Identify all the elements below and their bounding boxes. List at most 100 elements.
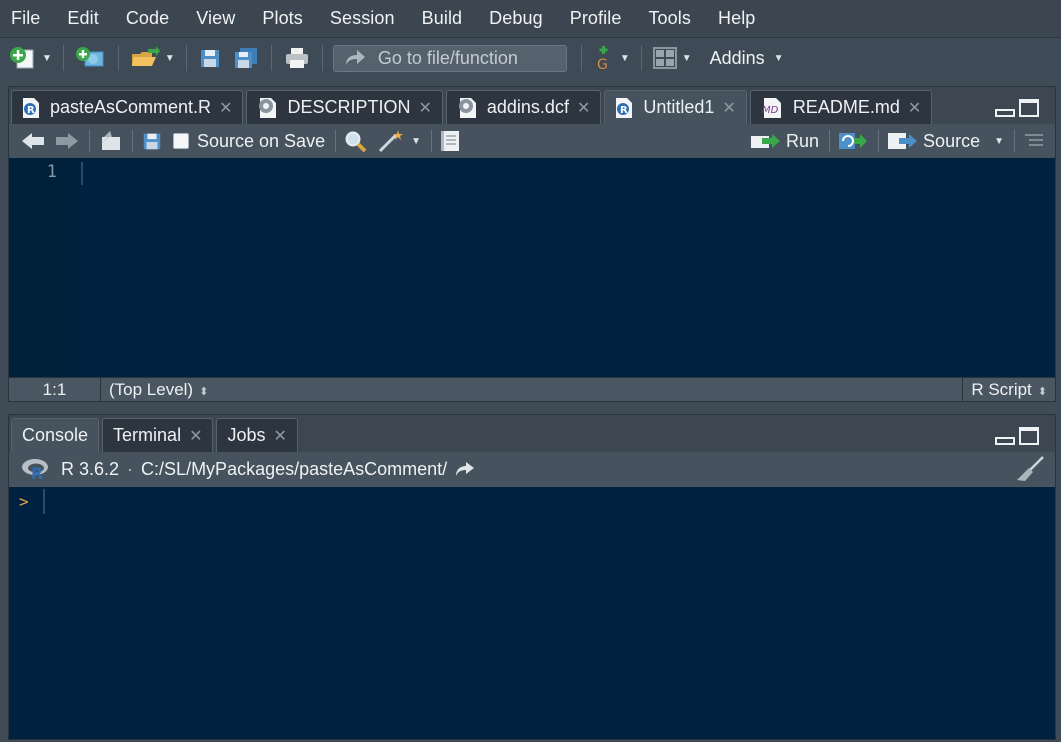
compile-report-button[interactable] [440,130,462,152]
tab-console[interactable]: Console [11,418,100,452]
menu-build[interactable]: Build [411,8,479,29]
run-button[interactable]: Run [750,131,819,152]
source-pane: R pasteAsComment.R ✕ DESCRIPTION ✕ addin… [8,86,1056,402]
toolbar-divider [89,130,90,152]
close-icon[interactable]: ✕ [577,98,590,118]
tab-label: DESCRIPTION [287,97,411,117]
source-on-save-checkbox[interactable] [173,133,189,149]
tab-description[interactable]: DESCRIPTION ✕ [246,90,443,124]
toolbar-divider [62,45,64,71]
source-on-save-toggle[interactable]: Source on Save [173,131,325,152]
version-control-button[interactable]: G ▼ [588,43,635,73]
scope-selector[interactable]: (Top Level) ⬍ [101,380,208,400]
up-down-arrows-icon: ⬍ [199,385,209,398]
chevron-down-icon[interactable]: ▼ [994,136,1004,147]
tab-label: Jobs [227,425,266,445]
find-replace-button[interactable] [344,130,368,152]
up-down-arrows-icon: ⬍ [1037,385,1047,398]
addins-button[interactable]: Addins ▼ [697,43,789,73]
go-to-arrow-icon [345,50,365,65]
close-icon[interactable]: ✕ [189,426,202,446]
close-icon[interactable]: ✕ [219,98,232,118]
menu-debug[interactable]: Debug [478,8,559,29]
minimize-pane-icon[interactable] [995,109,1015,117]
tab-jobs[interactable]: Jobs ✕ [216,418,298,452]
save-icon [143,133,161,150]
main-toolbar: ▼ ▼ Go to file/function G ▼ ▼ Addins ▼ [0,39,1061,77]
magnifier-icon [345,131,367,152]
new-project-button[interactable] [70,43,112,73]
toolbar-divider [431,130,432,152]
close-icon[interactable]: ✕ [418,98,431,118]
gear-file-icon [257,97,277,119]
back-button[interactable] [21,132,45,150]
chevron-down-icon[interactable]: ▼ [682,53,692,64]
menu-session[interactable]: Session [319,8,411,29]
tab-pasteascomment-r[interactable]: R pasteAsComment.R ✕ [11,90,244,124]
notebook-icon [441,131,459,151]
menubar: File Edit Code View Plots Session Build … [0,0,1061,38]
close-icon[interactable]: ✕ [274,426,287,446]
tab-untitled1[interactable]: R Untitled1 ✕ [604,90,747,124]
code-tools-button[interactable]: ▼ [378,129,421,153]
editor-tab-strip: R pasteAsComment.R ✕ DESCRIPTION ✕ addin… [9,87,1055,124]
tab-terminal[interactable]: Terminal ✕ [102,418,214,452]
open-file-button[interactable]: ▼ [125,43,180,73]
pane-controls [995,99,1039,117]
menu-file[interactable]: File [0,8,56,29]
close-icon[interactable]: ✕ [908,98,921,118]
outline-icon [1025,134,1043,146]
menu-view[interactable]: View [185,8,251,29]
broom-icon[interactable] [1015,456,1045,482]
go-to-directory-icon[interactable] [455,461,475,477]
svg-text:R: R [31,464,43,481]
toolbar-divider [270,45,272,71]
source-button[interactable]: Source ▼ [887,131,1004,152]
close-icon[interactable]: ✕ [722,98,735,118]
maximize-pane-icon[interactable] [1019,427,1039,445]
r-logo-icon: R [22,459,48,481]
maximize-pane-icon[interactable] [1019,99,1039,117]
save-button[interactable] [193,43,227,73]
minimize-pane-icon[interactable] [995,437,1015,445]
toolbar-divider [640,45,642,71]
file-type-selector[interactable]: R Script ⬍ [962,377,1055,402]
menu-code[interactable]: Code [115,8,185,29]
editor-toolbar: Source on Save ▼ Run Source ▼ [9,124,1055,158]
menu-help[interactable]: Help [707,8,771,29]
svg-text:G: G [597,57,608,71]
code-editor[interactable]: 1 [9,158,1055,377]
grid-layout-icon [652,47,677,69]
show-in-new-window-button[interactable] [98,131,122,151]
tab-addins-dcf[interactable]: addins.dcf ✕ [445,90,602,124]
new-file-button[interactable]: ▼ [4,43,57,73]
open-folder-icon [131,46,160,66]
pane-layout-button[interactable]: ▼ [648,43,697,73]
chevron-down-icon[interactable]: ▼ [42,53,52,64]
save-button[interactable] [141,130,163,152]
rerun-button[interactable] [838,130,868,152]
tab-readme-md[interactable]: MD README.md ✕ [749,90,933,124]
rerun-icon [839,133,868,149]
document-outline-button[interactable] [1023,132,1045,150]
go-to-file-input[interactable]: Go to file/function [332,44,567,72]
menu-tools[interactable]: Tools [637,8,707,29]
popout-icon [100,131,120,150]
chevron-down-icon[interactable]: ▼ [165,53,175,64]
chevron-down-icon[interactable]: ▼ [620,53,630,64]
menu-profile[interactable]: Profile [559,8,638,29]
print-button[interactable] [278,43,316,73]
tab-label: Untitled1 [643,97,715,117]
menu-plots[interactable]: Plots [251,8,319,29]
save-all-button[interactable] [227,43,265,73]
chevron-down-icon: ▼ [411,135,421,147]
magic-wand-icon [379,130,404,153]
tab-label: addins.dcf [486,97,569,117]
console-output[interactable]: > [9,487,1055,739]
menu-edit[interactable]: Edit [56,8,114,29]
pane-controls [995,427,1039,445]
tab-label: pasteAsComment.R [50,97,212,117]
forward-button[interactable] [55,132,79,150]
tab-label: Console [22,425,89,445]
arrow-left-icon [22,133,44,149]
